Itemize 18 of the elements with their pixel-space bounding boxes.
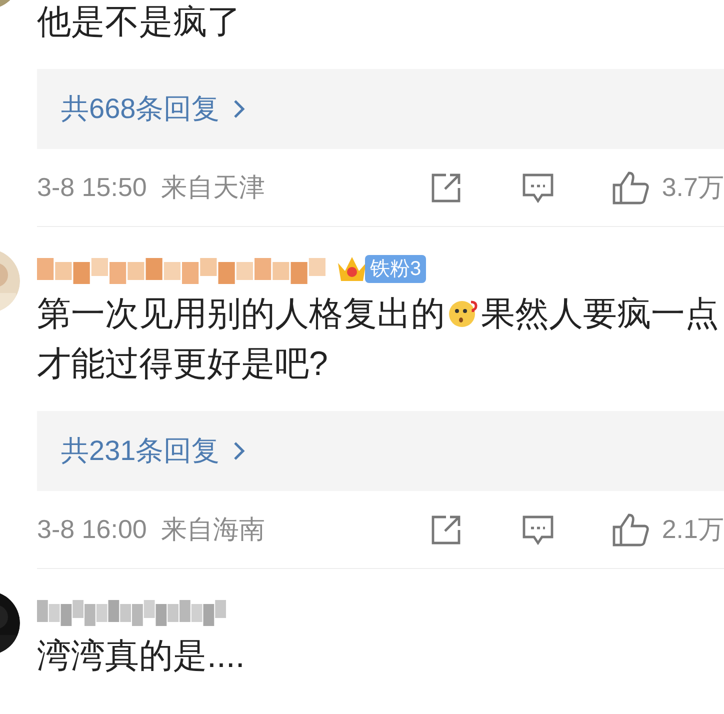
comment-text: 第一次见用别的人格复出的 果然人要疯一点才能过得更好是吧? <box>37 294 720 385</box>
replies-link[interactable]: 共231条回复 <box>37 411 724 491</box>
comment-text: 他是不是疯了 <box>37 2 242 43</box>
comment-location: 来自海南 <box>160 513 265 546</box>
comment-text: 湾湾真的是.... <box>37 636 246 677</box>
comment-time: 3-8 15:50 <box>37 171 147 204</box>
like-count: 2.1万 <box>662 513 724 546</box>
comment-icon[interactable] <box>520 172 555 204</box>
comment-location: 来自天津 <box>160 171 265 204</box>
fan-badge: 铁粉3 <box>365 255 426 283</box>
comment-icon[interactable] <box>520 514 555 546</box>
like-count: 3.7万 <box>662 171 724 204</box>
like-icon[interactable] <box>612 170 650 204</box>
chevron-right-icon <box>232 98 246 120</box>
chevron-right-icon <box>232 440 246 462</box>
comment-time: 3-8 16:00 <box>37 513 147 546</box>
like-icon[interactable] <box>612 512 650 546</box>
replies-link[interactable]: 共668条回复 <box>37 69 724 149</box>
